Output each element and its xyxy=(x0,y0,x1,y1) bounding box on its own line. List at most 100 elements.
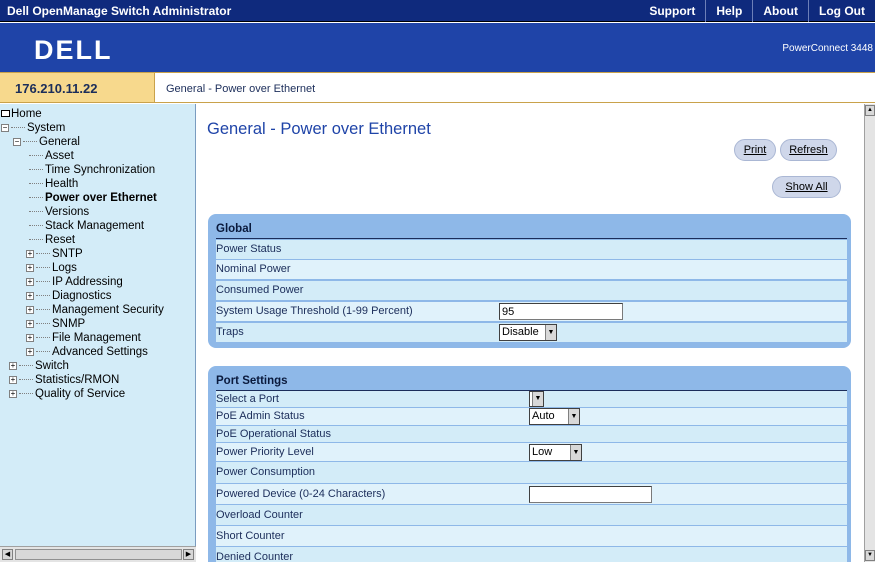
field-label: System Usage Threshold (1-99 Percent) xyxy=(216,305,413,317)
threshold-input[interactable] xyxy=(499,303,623,320)
breadcrumb-label: General - Power over Ethernet xyxy=(166,83,316,95)
refresh-button[interactable]: Refresh xyxy=(780,139,837,161)
tree-item-label: Reset xyxy=(45,234,76,246)
device-ip: 176.210.11.22 xyxy=(0,72,155,103)
show-all-button[interactable]: Show All xyxy=(772,176,841,198)
tree-item-label: File Management xyxy=(52,332,141,344)
tree-item-system[interactable]: − System xyxy=(1,122,65,135)
field-label: Overload Counter xyxy=(216,509,303,521)
scroll-down-icon[interactable]: ▼ xyxy=(865,550,875,561)
plus-box-icon[interactable]: + xyxy=(26,278,34,286)
port-settings-panel: Port Settings Select a Port ▼ PoE Admin … xyxy=(208,366,851,562)
scroll-right-icon[interactable]: ▶ xyxy=(183,549,194,560)
tree-line xyxy=(29,239,43,240)
logout-link[interactable]: Log Out xyxy=(808,0,875,22)
traps-select[interactable]: Disable ▼ xyxy=(499,324,557,341)
plus-box-icon[interactable]: + xyxy=(26,334,34,342)
tree-item-health[interactable]: Health xyxy=(29,178,78,191)
plus-box-icon[interactable]: + xyxy=(26,292,34,300)
field-label: Power Status xyxy=(216,243,282,255)
admin-status-select[interactable]: Auto ▼ xyxy=(529,408,580,425)
field-label: Select a Port xyxy=(216,393,279,405)
banner: DELL PowerConnect 3448 xyxy=(0,23,875,72)
port-settings-heading: Port Settings xyxy=(216,375,288,387)
field-label: Power Consumption xyxy=(216,466,316,478)
tree-line xyxy=(29,183,43,184)
tree-item-management-security[interactable]: + Management Security xyxy=(26,304,164,317)
triangle-down-icon[interactable]: ▼ xyxy=(545,325,556,340)
breadcrumb: General - Power over Ethernet xyxy=(155,72,875,103)
priority-select[interactable]: Low ▼ xyxy=(529,444,582,461)
tree-item-time-sync[interactable]: Time Synchronization xyxy=(29,164,155,177)
minus-box-icon[interactable]: − xyxy=(1,124,9,132)
plus-box-icon[interactable]: + xyxy=(26,250,34,258)
sidebar-hscrollbar[interactable]: ◀ ▶ xyxy=(0,546,196,562)
tree-line xyxy=(11,127,25,128)
dell-logo: DELL xyxy=(34,35,113,65)
tree-item-asset[interactable]: Asset xyxy=(29,150,74,163)
tree-line xyxy=(36,267,50,268)
global-panel: Global Power Status Nominal Power Consum… xyxy=(208,214,851,348)
port-select[interactable]: ▼ xyxy=(529,391,544,407)
tree-item-reset[interactable]: Reset xyxy=(29,234,75,247)
tree-item-logs[interactable]: + Logs xyxy=(26,262,77,275)
field-label: Consumed Power xyxy=(216,284,304,296)
tree-item-label: Switch xyxy=(35,360,69,372)
tree-item-qos[interactable]: + Quality of Service xyxy=(9,388,125,401)
tree-item-label: Statistics/RMON xyxy=(35,374,120,386)
model-name: PowerConnect 3448 xyxy=(782,43,873,54)
main-vscrollbar[interactable]: ▲ ▼ xyxy=(864,104,875,562)
triangle-down-icon[interactable]: ▼ xyxy=(570,445,581,460)
scroll-left-icon[interactable]: ◀ xyxy=(2,549,13,560)
triangle-down-icon[interactable]: ▼ xyxy=(532,392,543,406)
plus-box-icon[interactable]: + xyxy=(9,376,17,384)
tree-item-label: Asset xyxy=(45,150,74,162)
tree-item-file-management[interactable]: + File Management xyxy=(26,332,141,345)
scroll-up-icon[interactable]: ▲ xyxy=(865,105,875,116)
tree-item-sntp[interactable]: + SNTP xyxy=(26,248,83,261)
minus-box-icon[interactable]: − xyxy=(13,138,21,146)
tree-item-ip-addressing[interactable]: + IP Addressing xyxy=(26,276,123,289)
tree-item-label: SNTP xyxy=(52,248,83,260)
tree-item-poe[interactable]: Power over Ethernet xyxy=(29,192,157,205)
tree-line xyxy=(36,295,50,296)
tree-item-switch[interactable]: + Switch xyxy=(9,360,69,373)
device-ip-label: 176.210.11.22 xyxy=(15,81,98,96)
tree-item-statistics-rmon[interactable]: + Statistics/RMON xyxy=(9,374,119,387)
plus-box-icon[interactable]: + xyxy=(26,348,34,356)
port-row-admin-status: PoE Admin Status Auto ▼ xyxy=(216,408,847,425)
tree-item-label: SNMP xyxy=(52,318,86,330)
tree-line xyxy=(19,365,33,366)
plus-box-icon[interactable]: + xyxy=(9,362,17,370)
tree-item-advanced-settings[interactable]: + Advanced Settings xyxy=(26,346,148,359)
tree-item-versions[interactable]: Versions xyxy=(29,206,89,219)
print-button[interactable]: Print xyxy=(734,139,776,161)
tree-item-stack-management[interactable]: Stack Management xyxy=(29,220,144,233)
tree-item-general[interactable]: − General xyxy=(13,136,80,149)
tree-line xyxy=(29,155,43,156)
help-link[interactable]: Help xyxy=(705,0,752,22)
global-row-threshold: System Usage Threshold (1-99 Percent) xyxy=(216,302,847,321)
plus-box-icon[interactable]: + xyxy=(9,390,17,398)
about-link[interactable]: About xyxy=(752,0,808,22)
plus-box-icon[interactable]: + xyxy=(26,264,34,272)
tree-item-label: Power over Ethernet xyxy=(45,192,157,204)
page-title: General - Power over Ethernet xyxy=(207,120,431,138)
triangle-down-icon[interactable]: ▼ xyxy=(568,409,579,424)
scroll-thumb[interactable] xyxy=(15,549,182,560)
tree-item-label: Quality of Service xyxy=(35,388,126,400)
powered-device-input[interactable] xyxy=(529,486,652,503)
tree-line xyxy=(29,211,43,212)
port-row-priority: Power Priority Level Low ▼ xyxy=(216,443,847,461)
plus-box-icon[interactable]: + xyxy=(26,320,34,328)
field-label: Powered Device (0-24 Characters) xyxy=(216,488,386,500)
global-row-traps: Traps Disable ▼ xyxy=(216,323,847,342)
plus-box-icon[interactable]: + xyxy=(26,306,34,314)
tree-item-snmp[interactable]: + SNMP xyxy=(26,318,85,331)
support-link[interactable]: Support xyxy=(639,0,705,22)
port-row-operational-status: PoE Operational Status xyxy=(216,426,847,442)
port-row-power-consumption: Power Consumption xyxy=(216,462,847,483)
tree-item-home[interactable]: Home xyxy=(1,108,42,121)
tree-item-label: General xyxy=(39,136,80,148)
tree-item-diagnostics[interactable]: + Diagnostics xyxy=(26,290,111,303)
